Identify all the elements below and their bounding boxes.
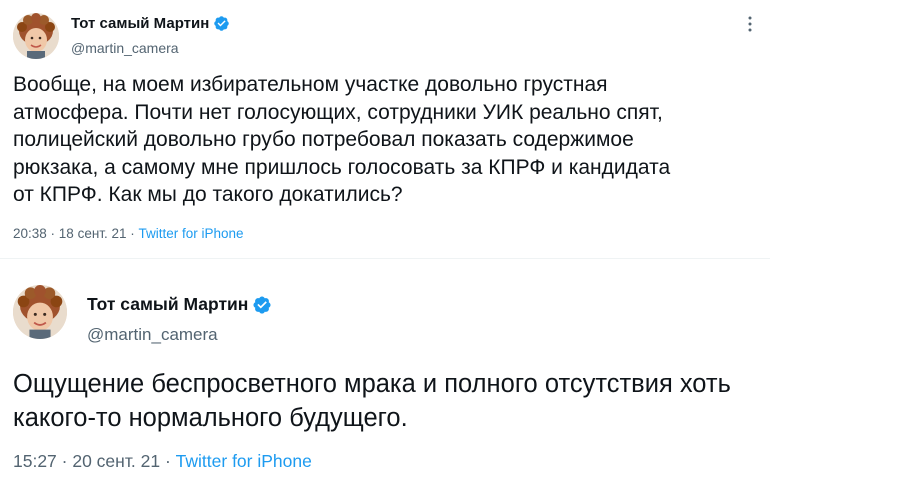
author-row: Тот самый Мартин	[71, 15, 230, 32]
tweet-text: Вообще, на моем избирательном участке до…	[13, 73, 671, 206]
tweet-date[interactable]: 20 сент. 21	[72, 451, 160, 471]
meta-separator: ·	[160, 451, 176, 471]
verified-badge-icon	[252, 295, 272, 315]
tweet-date[interactable]: 18 сент. 21	[59, 226, 127, 241]
meta-separator: ·	[126, 226, 139, 241]
tweet-card-1[interactable]: Тот самый Мартин @martin_camera Вообще, …	[0, 0, 770, 258]
tweet-source-link[interactable]: Twitter for iPhone	[138, 226, 243, 241]
display-name[interactable]: Тот самый Мартин	[71, 15, 209, 32]
meta-separator: ·	[56, 451, 73, 471]
meta-separator: ·	[46, 226, 59, 241]
avatar-image	[13, 285, 67, 339]
tweet-metadata: 20:38 · 18 сент. 21 · Twitter for iPhone	[13, 226, 244, 241]
avatar[interactable]	[13, 285, 67, 339]
tweet-time[interactable]: 15:27	[13, 451, 57, 471]
user-handle[interactable]: @martin_camera	[71, 40, 179, 56]
author-row: Тот самый Мартин	[87, 294, 272, 315]
avatar-image	[13, 13, 59, 59]
tweet-card-2[interactable]: Тот самый Мартин @martin_camera Ощущение…	[0, 268, 900, 491]
tweet-text: Ощущение беспросветного мрака и полного …	[13, 370, 731, 432]
display-name[interactable]: Тот самый Мартин	[87, 294, 248, 315]
user-handle[interactable]: @martin_camera	[87, 325, 218, 345]
more-options-icon[interactable]	[740, 14, 760, 34]
tweet-source-link[interactable]: Twitter for iPhone	[176, 451, 312, 471]
avatar[interactable]	[13, 13, 59, 59]
tweet-time[interactable]: 20:38	[13, 226, 47, 241]
tweet-metadata: 15:27 · 20 сент. 21 · Twitter for iPhone	[13, 451, 312, 472]
verified-badge-icon	[213, 15, 230, 32]
